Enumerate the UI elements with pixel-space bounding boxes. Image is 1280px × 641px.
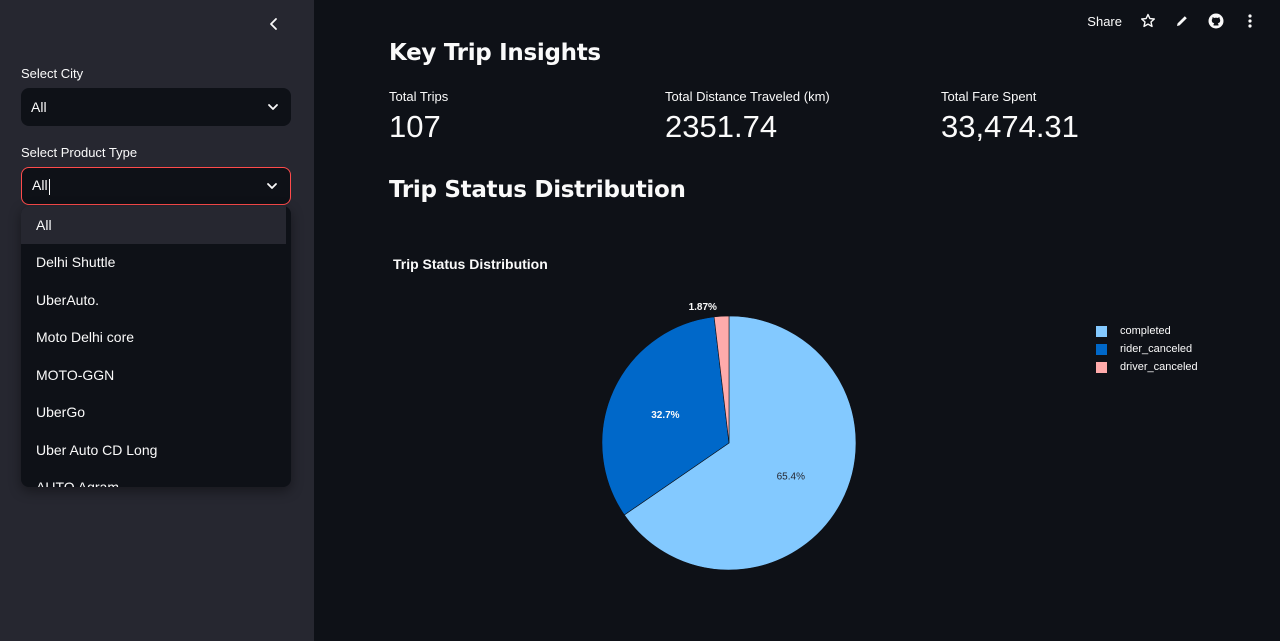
- app-toolbar: Share: [1087, 10, 1258, 32]
- pie-label-completed: 65.4%: [777, 472, 805, 483]
- chart-title: Trip Status Distribution: [393, 256, 548, 272]
- city-select[interactable]: All: [21, 88, 291, 126]
- product-select-value[interactable]: All: [32, 177, 48, 193]
- dropdown-option-all[interactable]: All: [21, 206, 286, 244]
- pie-label-driver-canceled: 1.87%: [689, 302, 717, 313]
- legend-swatch: [1096, 361, 1107, 373]
- dropdown-option-moto-delhi-core[interactable]: Moto Delhi core: [21, 319, 291, 357]
- dropdown-option-uberauto[interactable]: UberAuto.: [21, 281, 291, 319]
- edit-pencil-icon[interactable]: [1174, 13, 1190, 29]
- trip-status-heading: Trip Status Distribution: [389, 177, 686, 203]
- pie-chart: 65.4% 32.7% 1.87%: [601, 302, 857, 571]
- metric-total-fare: Total Fare Spent 33,474.31: [941, 89, 1079, 145]
- metric-label: Total Distance Traveled (km): [665, 89, 830, 104]
- city-select-label: Select City: [21, 66, 84, 81]
- dropdown-option-auto-agram[interactable]: AUTO Agram: [21, 469, 291, 487]
- text-cursor: [48, 178, 50, 195]
- collapse-sidebar-button[interactable]: [262, 12, 286, 36]
- dropdown-option-moto-ggn[interactable]: MOTO-GGN: [21, 356, 291, 394]
- legend-item-completed[interactable]: completed: [1096, 322, 1198, 340]
- legend-swatch: [1096, 343, 1107, 355]
- metric-label: Total Fare Spent: [941, 89, 1037, 104]
- chevron-down-icon: [267, 183, 277, 189]
- metric-label: Total Trips: [389, 89, 449, 104]
- dropdown-option-ubergo[interactable]: UberGo: [21, 394, 291, 432]
- chevron-down-icon: [268, 104, 278, 110]
- github-icon[interactable]: [1208, 13, 1224, 29]
- product-type-select[interactable]: All: [21, 167, 291, 205]
- chevron-left-icon: [270, 18, 277, 30]
- more-options-icon[interactable]: [1242, 13, 1258, 29]
- metric-value: 2351.74: [665, 109, 778, 144]
- key-trip-insights-heading: Key Trip Insights: [389, 40, 601, 66]
- legend-label: completed: [1120, 325, 1171, 337]
- legend-swatch: [1096, 325, 1107, 337]
- product-select-label: Select Product Type: [21, 145, 138, 160]
- metric-total-distance: Total Distance Traveled (km) 2351.74: [665, 89, 830, 145]
- legend-label: rider_canceled: [1120, 343, 1193, 355]
- dropdown-option-uber-auto-cd-long[interactable]: Uber Auto CD Long: [21, 431, 291, 469]
- pie-label-rider-canceled: 32.7%: [651, 410, 679, 421]
- star-icon[interactable]: [1140, 13, 1156, 29]
- metric-value: 107: [389, 109, 441, 144]
- sidebar: Select City All Select Product Type All …: [0, 0, 314, 641]
- product-type-dropdown: All Delhi Shuttle UberAuto. Moto Delhi c…: [21, 206, 291, 487]
- legend-label: driver_canceled: [1120, 361, 1198, 373]
- chart-legend: completed rider_canceled driver_canceled: [1096, 322, 1198, 376]
- city-select-value: All: [31, 99, 47, 115]
- dropdown-option-delhi-shuttle[interactable]: Delhi Shuttle: [21, 244, 291, 282]
- legend-item-rider-canceled[interactable]: rider_canceled: [1096, 340, 1198, 358]
- metric-total-trips: Total Trips 107: [389, 89, 448, 145]
- share-button[interactable]: Share: [1087, 14, 1122, 29]
- metric-value: 33,474.31: [941, 109, 1079, 144]
- legend-item-driver-canceled[interactable]: driver_canceled: [1096, 358, 1198, 376]
